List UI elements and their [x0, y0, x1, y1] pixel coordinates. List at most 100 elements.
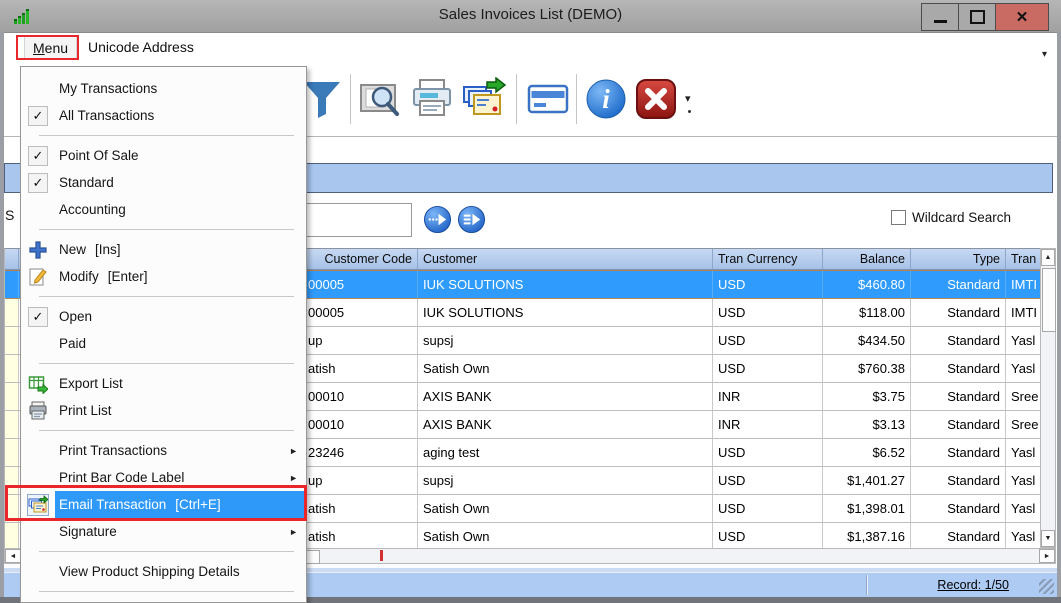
- resize-grip-icon[interactable]: [1039, 579, 1054, 594]
- exit-button[interactable]: [632, 74, 680, 124]
- maximize-button[interactable]: [959, 4, 996, 30]
- menu-separator: [21, 129, 306, 142]
- menu-item-label: Open: [55, 309, 92, 324]
- vertical-scroll-thumb[interactable]: [1042, 268, 1056, 332]
- toolbar-dot: [688, 110, 691, 113]
- print-list-icon: [27, 400, 49, 422]
- toolbar-overflow-icon[interactable]: ▾: [685, 92, 691, 105]
- menu-item-all-transactions[interactable]: ✓All Transactions: [21, 102, 306, 129]
- menu-separator: [21, 357, 306, 370]
- menu-item-shortcut: [Enter]: [108, 269, 148, 284]
- cell-tran-currency: INR: [713, 383, 823, 410]
- minimize-button[interactable]: [922, 4, 959, 30]
- menu-item-signature[interactable]: Signature►: [21, 518, 306, 545]
- menubar: Menu Unicode Address ▾: [4, 33, 1057, 66]
- print-preview-button[interactable]: [356, 74, 404, 124]
- cell-balance: $3.75: [823, 383, 911, 410]
- menu-item-my-transactions[interactable]: My Transactions: [21, 75, 306, 102]
- column-header-tran[interactable]: Tran: [1006, 249, 1041, 269]
- row-selector-cell: [5, 523, 19, 549]
- menu-item-modify[interactable]: Modify [Enter]: [21, 263, 306, 290]
- menu-item-label: Paid: [55, 336, 86, 351]
- row-selector-cell: [5, 327, 19, 354]
- cell-customer: aging test: [418, 439, 713, 466]
- red-tick-mark: [380, 550, 383, 561]
- menu-item-standard[interactable]: ✓Standard: [21, 169, 306, 196]
- address-dropdown-icon[interactable]: ▾: [1042, 49, 1047, 60]
- payment-card-button[interactable]: [524, 74, 572, 124]
- cell-balance: $760.38: [823, 355, 911, 382]
- scroll-up-button[interactable]: ▲: [1041, 249, 1055, 266]
- record-counter: Record: 1/50: [937, 578, 1009, 592]
- cell-tran: Yasl: [1006, 523, 1041, 549]
- menu-item-accounting[interactable]: Accounting: [21, 196, 306, 223]
- row-selector-cell: [5, 299, 19, 326]
- wildcard-label: Wildcard Search: [912, 210, 1011, 225]
- menu-popup: My Transactions ✓All Transactions ✓Point O…: [20, 66, 307, 603]
- checkmark-icon: ✓: [28, 307, 48, 327]
- wildcard-checkbox[interactable]: [891, 210, 906, 225]
- menu-item-export-list[interactable]: Export List: [21, 370, 306, 397]
- menu-item-gutter: [21, 263, 55, 290]
- cell-customer: Satish Own: [418, 355, 713, 382]
- cell-type: Standard: [911, 355, 1006, 382]
- cell-tran-currency: USD: [713, 495, 823, 522]
- scroll-right-button[interactable]: ►: [1039, 549, 1055, 563]
- menu-item-paid[interactable]: Paid: [21, 330, 306, 357]
- checkmark-icon: ✓: [28, 173, 48, 193]
- menu-item-label: Signature: [55, 524, 117, 539]
- column-header-tran-currency[interactable]: Tran Currency: [713, 249, 823, 269]
- cell-type: Standard: [911, 299, 1006, 326]
- menu-separator: [21, 424, 306, 437]
- search-next-icon: [423, 205, 452, 234]
- row-selector-header: [5, 249, 19, 269]
- checkmark-icon: ✓: [28, 146, 48, 166]
- application-window: Sales Invoices List (DEMO) ✕ Menu Unicod…: [0, 0, 1061, 603]
- cell-customer: Satish Own: [418, 495, 713, 522]
- toolbar-separator: [516, 74, 517, 124]
- cell-tran: Sree: [1006, 383, 1041, 410]
- cell-customer: Satish Own: [418, 523, 713, 549]
- menu-item-label: My Transactions: [55, 81, 157, 96]
- row-selector-cell: [5, 271, 19, 298]
- cell-tran: Yasl: [1006, 495, 1041, 522]
- cell-tran: Sree: [1006, 411, 1041, 438]
- email-transaction-button[interactable]: [460, 74, 508, 124]
- cell-balance: $118.00: [823, 299, 911, 326]
- cell-type: Standard: [911, 383, 1006, 410]
- scroll-down-button[interactable]: ▼: [1041, 530, 1055, 547]
- vertical-scrollbar[interactable]: ▲ ▼: [1040, 248, 1056, 548]
- menu-item-label: Print Bar Code Label: [55, 470, 184, 485]
- unicode-address-label[interactable]: Unicode Address: [88, 39, 194, 55]
- menu-item-view-product-shipping-details[interactable]: View Product Shipping Details: [21, 558, 306, 585]
- row-selector-cell: [5, 439, 19, 466]
- wildcard-search-option[interactable]: Wildcard Search: [891, 210, 1011, 225]
- cell-type: Standard: [911, 271, 1006, 298]
- search-next-button[interactable]: [423, 205, 452, 234]
- menu-item-print-list[interactable]: Print List: [21, 397, 306, 424]
- cell-tran-currency: USD: [713, 299, 823, 326]
- cell-tran-currency: INR: [713, 411, 823, 438]
- menu-item-point-of-sale[interactable]: ✓Point Of Sale: [21, 142, 306, 169]
- menu-item-open[interactable]: ✓ Open: [21, 303, 306, 330]
- left-arrow-icon: ◄: [10, 553, 17, 560]
- scroll-left-button[interactable]: ◄: [5, 549, 21, 563]
- column-header-customer[interactable]: Customer: [418, 249, 713, 269]
- menu-item-label: New: [55, 242, 86, 257]
- menu-item-gutter: [21, 370, 55, 397]
- search-all-button[interactable]: [457, 205, 486, 234]
- column-header-balance[interactable]: Balance: [823, 249, 911, 269]
- menu-item-gutter: [21, 196, 55, 223]
- right-arrow-icon: ►: [1044, 553, 1051, 560]
- info-button[interactable]: i: [582, 74, 630, 124]
- column-header-type[interactable]: Type: [911, 249, 1006, 269]
- menu-item-print-transactions[interactable]: Print Transactions►: [21, 437, 306, 464]
- menu-item-label: Modify: [55, 269, 99, 284]
- print-button[interactable]: [408, 74, 456, 124]
- cell-customer: AXIS BANK: [418, 383, 713, 410]
- submenu-arrow-icon: ►: [289, 446, 300, 456]
- modify-icon: [27, 266, 49, 288]
- close-button[interactable]: ✕: [996, 4, 1048, 30]
- menu-item-new[interactable]: New[Ins]: [21, 236, 306, 263]
- menu-separator: [21, 290, 306, 303]
